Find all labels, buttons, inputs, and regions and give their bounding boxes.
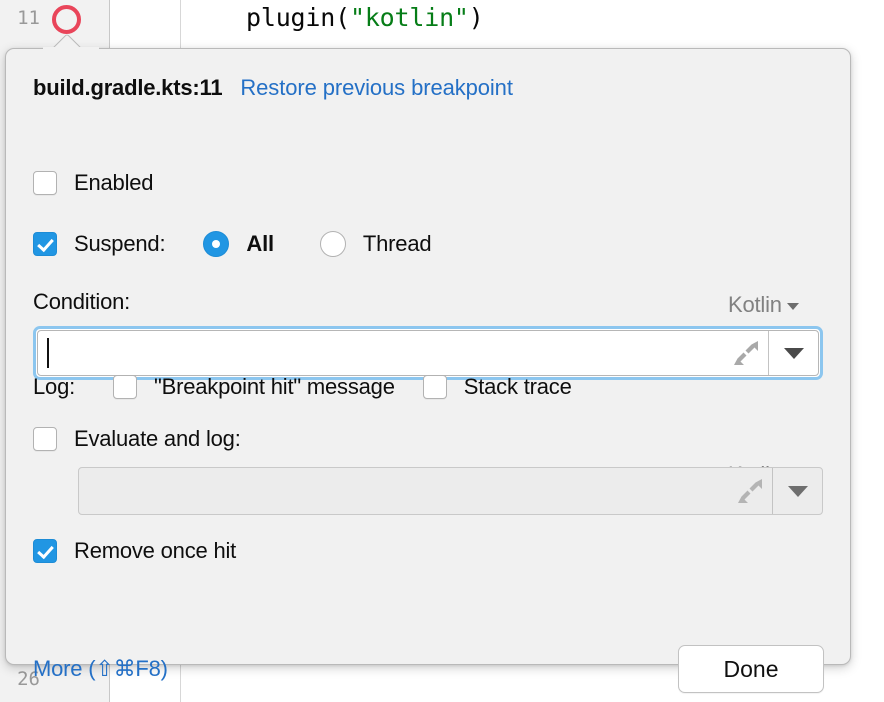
condition-language-label: Kotlin [728, 292, 782, 318]
chevron-down-icon [788, 486, 808, 497]
remove-once-hit-row: Remove once hit [33, 538, 236, 564]
log-label: Log: [33, 374, 75, 400]
suspend-row: Suspend: All Thread [33, 231, 431, 257]
suspend-checkbox[interactable] [33, 232, 57, 256]
evaluate-and-log-input-wrapper[interactable] [78, 467, 823, 515]
log-stack-trace-checkbox[interactable] [423, 375, 447, 399]
breakpoint-circle-icon[interactable] [52, 5, 81, 34]
code-token-paren-close: ) [469, 3, 484, 32]
popup-pointer-mask [43, 47, 99, 52]
restore-previous-breakpoint-link[interactable]: Restore previous breakpoint [240, 75, 512, 101]
expand-diagonal-icon[interactable] [728, 468, 772, 514]
remove-once-hit-checkbox[interactable] [33, 539, 57, 563]
condition-input-inner[interactable] [37, 330, 819, 376]
breakpoint-settings-popup: build.gradle.kts:11 Restore previous bre… [5, 48, 851, 665]
code-token-call: plugin( [246, 3, 350, 32]
popup-header: build.gradle.kts:11 Restore previous bre… [33, 75, 513, 101]
suspend-radio-thread[interactable] [320, 231, 346, 257]
evaluate-and-log-checkbox[interactable] [33, 427, 57, 451]
condition-label: Condition: [33, 289, 130, 315]
evaluate-and-log-input[interactable] [79, 468, 728, 514]
evaluate-and-log-label: Evaluate and log: [74, 426, 241, 452]
enabled-label: Enabled [74, 170, 153, 196]
suspend-radio-all[interactable] [203, 231, 229, 257]
log-stack-trace-label: Stack trace [464, 374, 572, 400]
evaluate-and-log-dropdown-button[interactable] [772, 468, 822, 514]
log-breakpoint-hit-checkbox[interactable] [113, 375, 137, 399]
line-number-11: 11 [0, 7, 40, 29]
evaluate-and-log-input-inner[interactable] [78, 467, 823, 515]
page-title: build.gradle.kts:11 [33, 75, 222, 101]
chevron-down-icon [787, 303, 799, 310]
chevron-down-icon [784, 348, 804, 359]
remove-once-hit-label: Remove once hit [74, 538, 236, 564]
text-caret [47, 338, 49, 368]
expand-diagonal-icon[interactable] [724, 331, 768, 375]
enabled-checkbox[interactable] [33, 171, 57, 195]
condition-language-selector[interactable]: Kotlin [728, 292, 799, 318]
suspend-radio-thread-label: Thread [363, 231, 432, 257]
code-line-11: plugin("kotlin") [246, 3, 484, 32]
done-button[interactable]: Done [678, 645, 824, 693]
code-token-string: "kotlin" [350, 3, 469, 32]
condition-input[interactable] [38, 331, 724, 375]
condition-label-row: Condition: [33, 289, 130, 315]
condition-dropdown-button[interactable] [768, 331, 818, 375]
suspend-label: Suspend: [74, 231, 165, 257]
evaluate-and-log-row: Evaluate and log: [33, 426, 241, 452]
log-breakpoint-hit-label: "Breakpoint hit" message [154, 374, 395, 400]
log-row: Log: "Breakpoint hit" message Stack trac… [33, 374, 572, 400]
suspend-radio-all-label: All [246, 231, 274, 257]
condition-input-wrapper[interactable] [33, 326, 823, 380]
more-link[interactable]: More (⇧⌘F8) [33, 656, 168, 682]
enabled-row: Enabled [33, 170, 153, 196]
